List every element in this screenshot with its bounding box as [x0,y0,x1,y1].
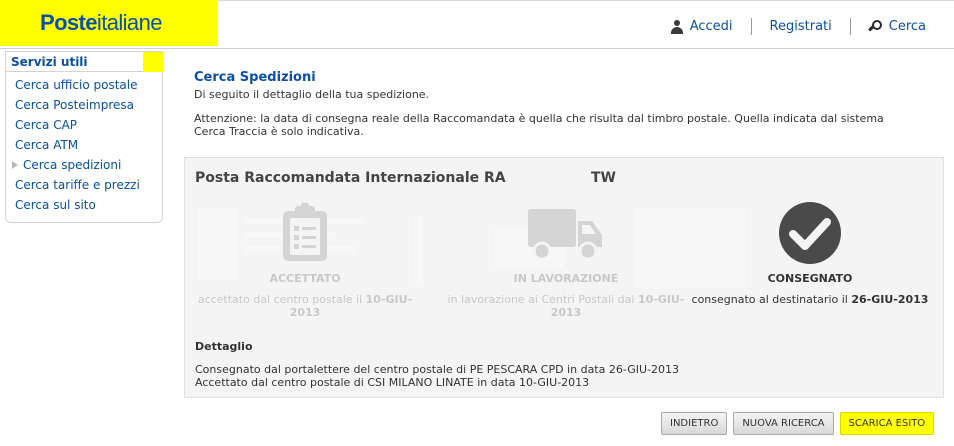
logo-light: italiane [96,10,163,35]
poste-italiane-logo[interactable]: Posteitaliane [40,10,162,36]
chevron-right-icon [12,161,18,169]
step-desc-text: in lavorazione ai Centri Postali dal [447,293,638,306]
step-desc-text: consegnato al destinatario il [691,293,852,306]
step-date: 26-GIU-2013 [851,293,929,306]
action-buttons: INDIETRO NUOVA RICERCA SCARICA ESITO [661,412,935,435]
sidebar-item-cerca-posteimpresa[interactable]: Cerca Posteimpresa [6,95,162,115]
step-in-progress: IN LAVORAZIONE in lavorazione ai Centri … [446,202,686,319]
sidebar-item-cerca-spedizioni[interactable]: Cerca spedizioni [6,155,162,175]
detail-line: Accettato dal centro postale di CSI MILA… [195,376,590,389]
detail-line: Consegnato dal portalettere del centro p… [195,363,680,376]
step-delivered: CONSEGNATO consegnato al destinatario il… [690,202,930,306]
top-nav: Accedi Registrati Cerca [670,18,926,35]
clipboard-icon [185,202,425,264]
sidebar-header: Servizi utili [6,52,163,72]
back-button[interactable]: INDIETRO [661,412,728,435]
register-label: Registrati [769,19,832,34]
sidebar-title: Servizi utili [11,55,88,69]
notice-text: Attenzione: la data di consegna reale de… [194,112,924,138]
header: Posteitaliane Accedi Registrati Cerca [0,0,954,49]
sidebar-item-cerca-ufficio-postale[interactable]: Cerca ufficio postale [6,75,162,95]
search-icon [867,19,883,34]
sidebar-item-label: Cerca spedizioni [23,158,122,172]
main-content: Cerca Spedizioni Di seguito il dettaglio… [194,70,934,138]
tracking-panel: Posta Raccomandata Internazionale RA TW [184,157,944,398]
step-description: accettato dal centro postale il 10-GIU-2… [185,293,425,319]
login-link[interactable]: Accedi [670,19,733,34]
download-result-button[interactable]: SCARICA ESITO [839,412,935,435]
shipment-code: TW [591,170,616,186]
shipment-type: Posta Raccomandata Internazionale RA [195,170,506,186]
step-label: CONSEGNATO [767,272,853,285]
page-title: Cerca Spedizioni [194,70,316,85]
new-search-button[interactable]: NUOVA RICERCA [733,412,834,435]
sidebar-highlight [143,52,163,72]
check-circle-icon [690,202,930,264]
nav-divider [849,18,851,35]
sidebar-list: Cerca ufficio postale Cerca Posteimpresa… [6,72,162,215]
logo-bold: Poste [40,10,98,35]
sidebar: Servizi utili Cerca ufficio postale Cerc… [5,51,163,223]
step-label: ACCETTATO [269,272,341,285]
register-link[interactable]: Registrati [770,19,832,34]
search-label: Cerca [888,19,926,34]
nav-divider [750,18,752,35]
sidebar-item-cerca-tariffe[interactable]: Cerca tariffe e prezzi [6,175,162,195]
search-link[interactable]: Cerca [867,19,926,34]
sidebar-item-cerca-sul-sito[interactable]: Cerca sul sito [6,195,162,215]
page-subtitle: Di seguito il dettaglio della tua spediz… [194,88,430,101]
user-icon [670,19,683,34]
step-description: in lavorazione ai Centri Postali dal 10-… [446,293,686,319]
step-desc-text: accettato dal centro postale il [197,293,366,306]
notice-line: Cerca Traccia è solo indicativa. [194,125,364,138]
login-label: Accedi [689,19,733,34]
sidebar-item-cerca-cap[interactable]: Cerca CAP [6,115,162,135]
step-label: IN LAVORAZIONE [513,272,619,285]
step-accepted: ACCETTATO accettato dal centro postale i… [185,202,425,319]
sidebar-item-cerca-atm[interactable]: Cerca ATM [6,135,162,155]
notice-line: Attenzione: la data di consegna reale de… [194,112,884,125]
truck-icon [446,202,686,264]
detail-lines: Consegnato dal portalettere del centro p… [195,363,679,389]
detail-title: Dettaglio [195,340,253,353]
step-description: consegnato al destinatario il 26-GIU-201… [690,293,930,306]
